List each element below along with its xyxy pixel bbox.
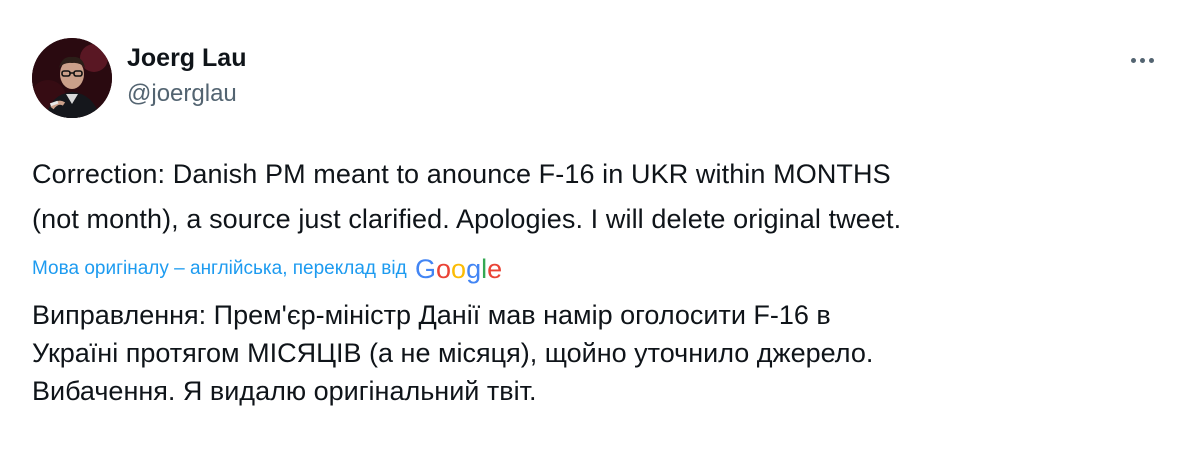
translated-text-line: Виправлення: Прем'єр-міністр Данії мав н… (32, 300, 831, 330)
display-name[interactable]: Joerg Lau (127, 42, 246, 74)
translated-text: Виправлення: Прем'єр-міністр Данії мав н… (32, 296, 1162, 410)
tweet-text: Correction: Danish PM meant to anounce F… (32, 152, 1162, 242)
more-horizontal-icon (1130, 57, 1154, 63)
translation-source-link[interactable]: Мова оригіналу – англійська, переклад ві… (32, 254, 407, 284)
translation-attribution: Мова оригіналу – англійська, переклад ві… (32, 254, 513, 284)
tweet-text-line: (not month), a source just clarified. Ap… (32, 204, 902, 234)
author-names: Joerg Lau @joerglau (127, 42, 246, 110)
google-logo: Google (415, 254, 513, 284)
more-options-button[interactable] (1122, 46, 1162, 74)
tweet-header: Joerg Lau @joerglau (32, 38, 1162, 122)
previous-content-fragment (200, 0, 330, 4)
avatar[interactable] (32, 38, 112, 118)
translated-text-line: Україні протягом МІСЯЦІВ (а не місяця), … (32, 338, 874, 368)
user-handle[interactable]: @joerglau (127, 78, 246, 110)
tweet[interactable]: Joerg Lau @joerglau Correction: Danish P… (32, 38, 1162, 406)
translated-text-line: Вибачення. Я видалю оригінальний твіт. (32, 376, 537, 406)
svg-text:Google: Google (415, 254, 502, 284)
tweet-text-line: Correction: Danish PM meant to anounce F… (32, 159, 891, 189)
